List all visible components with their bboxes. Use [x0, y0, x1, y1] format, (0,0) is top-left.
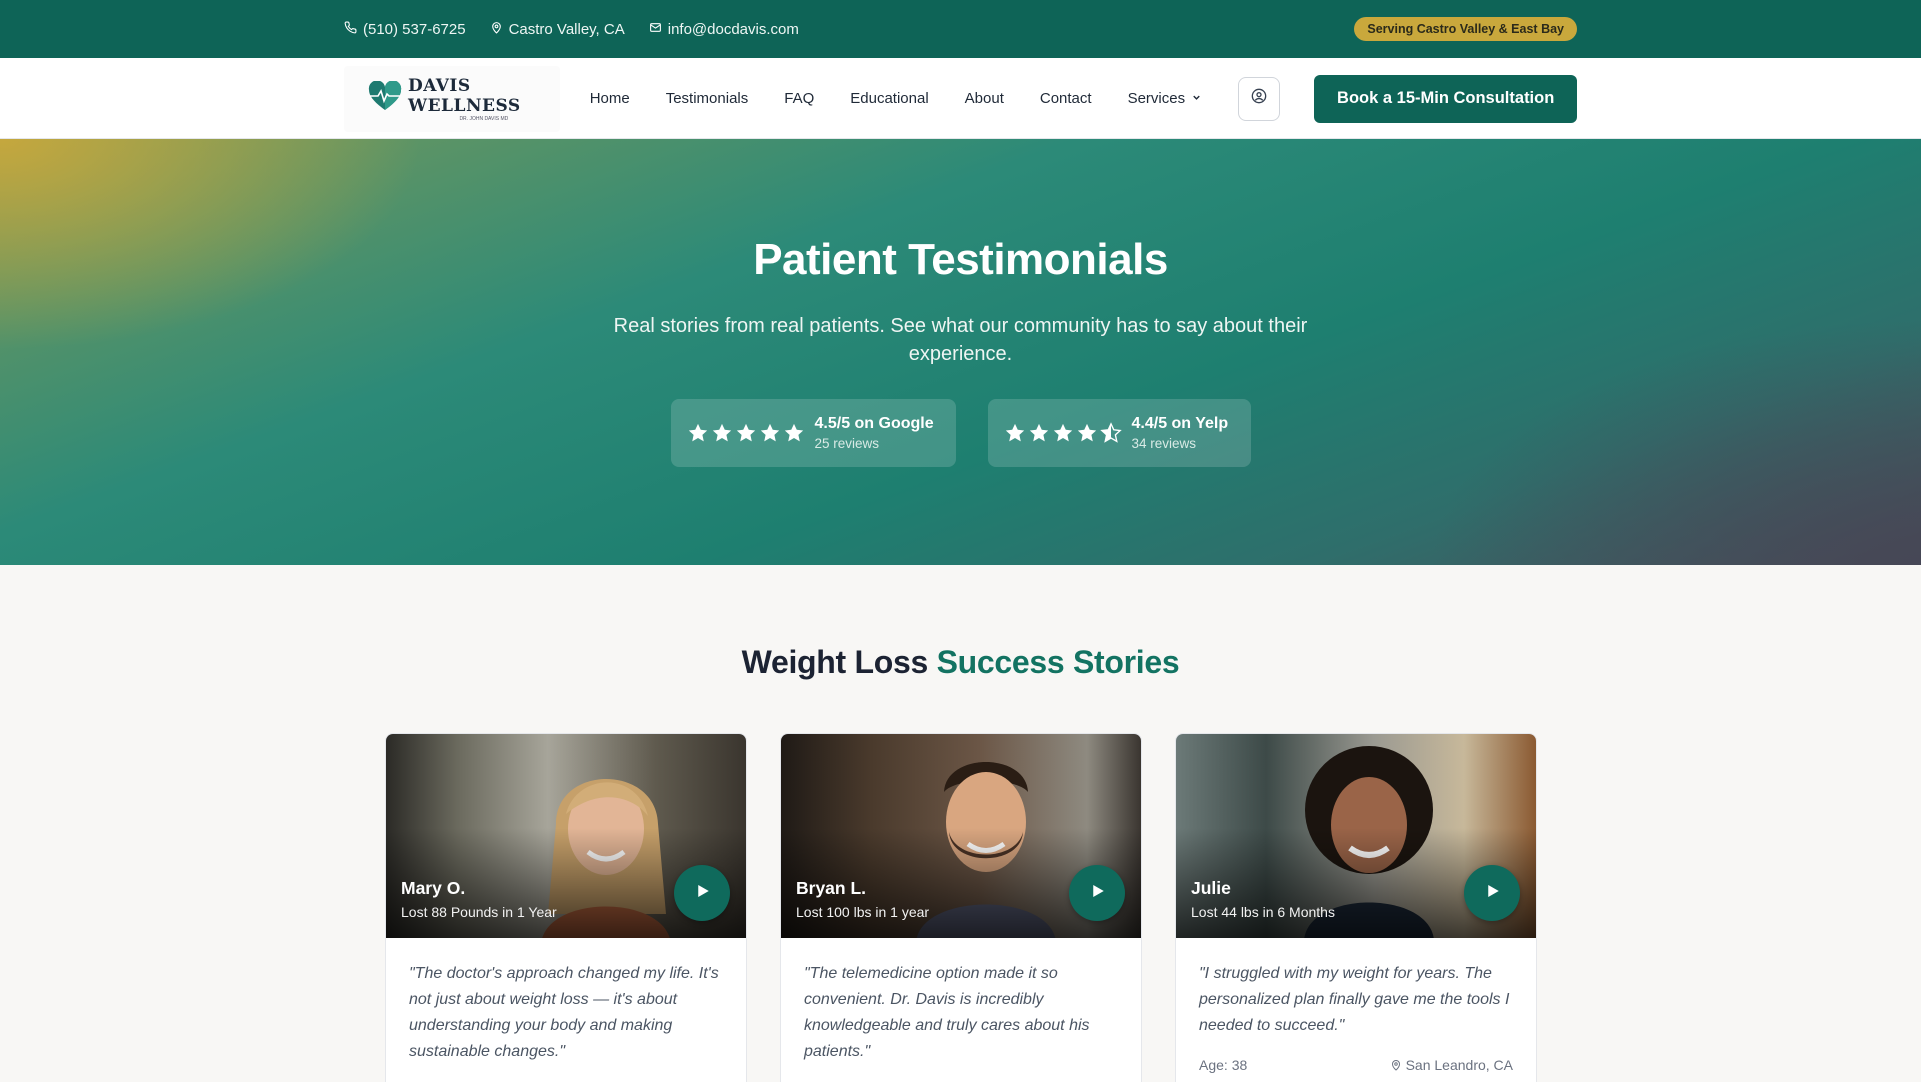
heart-logo-icon [368, 80, 402, 116]
logo-subtitle: DR. JOHN DAVIS MD [459, 115, 509, 122]
patient-result: Lost 44 lbs in 6 Months [1191, 904, 1335, 920]
ratings-row: 4.5/5 on Google 25 reviews 4.4/5 on Yelp… [0, 399, 1921, 467]
hero-banner: Patient Testimonials Real stories from r… [0, 139, 1921, 565]
nav-faq[interactable]: FAQ [784, 90, 814, 107]
video-thumbnail[interactable]: Julie Lost 44 lbs in 6 Months [1176, 734, 1536, 938]
star-icon [1099, 422, 1122, 443]
patient-meta: Age: 38 San Leandro, CA [1199, 1057, 1513, 1073]
star-icon [760, 423, 779, 442]
nav-services-label: Services [1127, 90, 1186, 107]
mail-icon [649, 21, 662, 38]
hero-subtitle: Real stories from real patients. See wha… [613, 315, 1308, 365]
section-title-main: Weight Loss [741, 644, 929, 680]
testimonial-quote: "The telemedicine option made it so conv… [804, 965, 1090, 1060]
play-icon [1483, 882, 1501, 905]
star-icon [1005, 423, 1024, 442]
patient-result: Lost 88 Pounds in 1 Year [401, 904, 557, 920]
patient-location-text: San Leandro, CA [1405, 1057, 1513, 1073]
patient-name: Mary O. [401, 878, 466, 898]
play-button[interactable] [674, 865, 730, 921]
map-pin-icon [1390, 1059, 1402, 1071]
phone-icon [344, 21, 357, 38]
yelp-rating-card[interactable]: 4.4/5 on Yelp 34 reviews [987, 399, 1251, 467]
star-icon [688, 423, 707, 442]
email-link[interactable]: info@docdavis.com [649, 21, 799, 38]
phone-link[interactable]: (510) 537-6725 [344, 21, 466, 38]
nav-educational[interactable]: Educational [850, 90, 928, 107]
section-title: Weight Loss Success Stories [0, 644, 1921, 681]
star-icon [1029, 423, 1048, 442]
patient-age: Age: 38 [1199, 1057, 1248, 1073]
service-area-badge: Serving Castro Valley & East Bay [1354, 17, 1577, 41]
play-icon [1088, 882, 1106, 905]
play-button[interactable] [1069, 865, 1125, 921]
nav-testimonials[interactable]: Testimonials [666, 90, 749, 107]
rating-title: 4.5/5 on Google [814, 415, 934, 432]
play-button[interactable] [1464, 865, 1520, 921]
testimonial-cards: Mary O. Lost 88 Pounds in 1 Year "The do… [385, 733, 1537, 1082]
rating-stars [687, 422, 805, 444]
play-icon [693, 882, 711, 905]
nav-services[interactable]: Services [1128, 90, 1203, 107]
patient-name: Julie [1191, 878, 1231, 898]
testimonial-card: Bryan L. Lost 100 lbs in 1 year "The tel… [780, 733, 1142, 1082]
star-icon [784, 423, 803, 442]
rating-title: 4.4/5 on Yelp [1131, 415, 1229, 432]
page-title: Patient Testimonials [753, 235, 1168, 284]
nav-menu: Home Testimonials FAQ Educational About … [590, 90, 1238, 107]
video-thumbnail[interactable]: Mary O. Lost 88 Pounds in 1 Year [386, 734, 746, 938]
location-info: Castro Valley, CA [490, 21, 625, 38]
testimonial-card: Mary O. Lost 88 Pounds in 1 Year "The do… [385, 733, 747, 1082]
main-navigation: DAVIS WELLNESS DR. JOHN DAVIS MD Home Te… [0, 58, 1921, 139]
map-pin-icon [490, 21, 503, 38]
rating-count: 25 reviews [814, 436, 880, 451]
testimonial-quote: "I struggled with my weight for years. T… [1199, 965, 1510, 1034]
rating-count: 34 reviews [1131, 436, 1197, 451]
user-circle-icon [1251, 88, 1267, 109]
account-button[interactable] [1238, 76, 1281, 121]
star-icon [736, 423, 755, 442]
rating-stars [1004, 422, 1122, 444]
nav-home[interactable]: Home [590, 90, 630, 107]
nav-about[interactable]: About [965, 90, 1004, 107]
book-consultation-button[interactable]: Book a 15-Min Consultation [1314, 74, 1577, 123]
star-icon [1053, 423, 1072, 442]
star-icon [712, 423, 731, 442]
video-thumbnail[interactable]: Bryan L. Lost 100 lbs in 1 year [781, 734, 1141, 938]
nav-contact[interactable]: Contact [1040, 90, 1092, 107]
patient-location: San Leandro, CA [1390, 1057, 1513, 1073]
email-address: info@docdavis.com [667, 20, 799, 38]
logo-text: DAVIS WELLNESS [408, 75, 521, 116]
logo[interactable]: DAVIS WELLNESS DR. JOHN DAVIS MD [344, 65, 560, 132]
testimonial-card: Julie Lost 44 lbs in 6 Months "I struggl… [1175, 733, 1537, 1082]
google-rating-card[interactable]: 4.5/5 on Google 25 reviews [670, 399, 956, 467]
testimonial-quote: "The doctor's approach changed my life. … [409, 965, 719, 1060]
star-icon [1077, 423, 1096, 442]
chevron-down-icon [1191, 90, 1202, 107]
top-info-bar: (510) 537-6725 Castro Valley, CA info@do… [0, 0, 1921, 58]
phone-number: (510) 537-6725 [363, 20, 466, 38]
section-title-accent: Success Stories [936, 644, 1180, 680]
location-text: Castro Valley, CA [508, 20, 625, 38]
patient-result: Lost 100 lbs in 1 year [796, 904, 930, 920]
patient-name: Bryan L. [796, 878, 867, 898]
